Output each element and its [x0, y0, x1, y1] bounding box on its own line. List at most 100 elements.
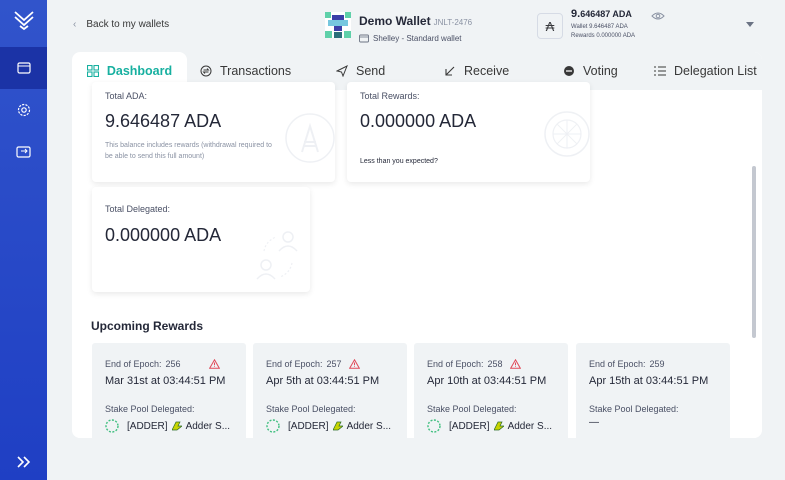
list-icon: [654, 66, 666, 76]
rewards-balance-line: Rewards 0.000000 ADA: [571, 33, 636, 39]
yoroi-logo-icon[interactable]: [12, 8, 36, 32]
adder-logo-icon: [493, 421, 504, 431]
tab-receive-label: Receive: [464, 64, 510, 78]
receive-icon: [445, 66, 455, 76]
warning-icon[interactable]: [509, 359, 521, 369]
tab-voting-label: Voting: [583, 64, 618, 78]
dashboard-icon: [86, 65, 99, 77]
epoch-number: 258: [487, 359, 503, 369]
total-delegated-card: Total Delegated: 0.000000 ADA: [92, 187, 310, 292]
less-than-expected-link[interactable]: Less than you expected?: [360, 158, 438, 165]
total-rewards-label: Total Rewards:: [360, 91, 420, 101]
reward-date: Mar 31st at 03:44:51 PM: [105, 375, 226, 387]
wallet-dropdown-caret-icon[interactable]: [746, 22, 754, 27]
warning-icon[interactable]: [208, 359, 220, 369]
epoch-label: End of Epoch:: [105, 359, 162, 369]
pool-name: Adder S...: [346, 420, 392, 432]
adder-logo-icon: [171, 421, 182, 431]
pool-ticker: [ADDER]: [449, 420, 490, 432]
tab-send-label: Send: [356, 64, 386, 78]
chevron-left-icon: ‹: [73, 19, 77, 30]
balance-summary: ₳ 9.646487 ADA Wallet 9.646487 ADA Rewar…: [537, 8, 635, 41]
epoch-row: End of Epoch: 259: [589, 359, 665, 369]
dashboard-content: Total ADA: 9.646487 ADA This balance inc…: [72, 82, 762, 438]
upcoming-reward-card: End of Epoch: 256 Mar 31st at 03:44:51 P…: [92, 343, 246, 438]
total-ada-value: 9.646487 ADA: [105, 111, 222, 131]
epoch-row: End of Epoch: 256: [105, 359, 220, 369]
adder-logo-icon: [332, 421, 343, 431]
stake-pool-link[interactable]: [ADDER] Adder S...: [105, 419, 230, 433]
upcoming-rewards-title: Upcoming Rewards: [91, 319, 204, 333]
wallet-type: Shelley - Standard wallet: [373, 34, 462, 43]
sidebar-item-wallets[interactable]: [0, 47, 47, 89]
stake-pool-label: Stake Pool Delegated:: [427, 404, 517, 414]
epoch-number: 257: [326, 359, 342, 369]
delegation-watermark-icon: [256, 231, 298, 280]
pool-avatar-icon: [105, 419, 119, 433]
pool-avatar-icon: [266, 419, 280, 433]
pool-name: Adder S...: [185, 420, 231, 432]
epoch-label: End of Epoch:: [589, 359, 646, 369]
epoch-number: 259: [649, 359, 665, 369]
stake-pool-link[interactable]: [ADDER] Adder S...: [427, 419, 552, 433]
epoch-label: End of Epoch:: [266, 359, 323, 369]
sidebar-item-settings[interactable]: [0, 89, 47, 131]
total-ada-card: Total ADA: 9.646487 ADA This balance inc…: [92, 82, 335, 182]
transfer-icon: [16, 146, 31, 158]
epoch-row: End of Epoch: 257: [266, 359, 360, 369]
back-to-wallets-link[interactable]: ‹ Back to my wallets: [73, 19, 169, 30]
reward-date: Apr 15th at 03:44:51 PM: [589, 375, 709, 387]
rewards-watermark-icon: [544, 111, 590, 157]
transactions-icon: [200, 65, 212, 77]
epoch-number: 256: [165, 359, 181, 369]
scrollbar[interactable]: [752, 166, 756, 338]
reward-date: Apr 10th at 03:44:51 PM: [427, 375, 547, 387]
total-rewards-value: 0.000000 ADA: [360, 111, 477, 131]
double-chevron-right-icon[interactable]: [14, 452, 34, 472]
pool-ticker: [ADDER]: [288, 420, 329, 432]
main-panel: Dashboard Transactions Send Receive Voti…: [72, 52, 762, 438]
stake-pool-label: Stake Pool Delegated:: [266, 404, 356, 414]
epoch-label: End of Epoch:: [427, 359, 484, 369]
tab-delegation-list-label: Delegation List: [674, 64, 757, 78]
epoch-row: End of Epoch: 258: [427, 359, 521, 369]
warning-icon[interactable]: [348, 359, 360, 369]
wallet-type-icon: [359, 34, 369, 43]
eye-icon[interactable]: [651, 11, 665, 21]
wallet-checksum: JNLT-2476: [433, 18, 473, 27]
tab-transactions-label: Transactions: [220, 64, 292, 78]
total-delegated-label: Total Delegated:: [105, 204, 171, 214]
settings-icon: [17, 103, 30, 117]
tab-dashboard-label: Dashboard: [106, 64, 173, 78]
reward-date: Apr 5th at 03:44:51 PM: [266, 375, 380, 387]
total-rewards-card: Total Rewards: 0.000000 ADA Less than yo…: [347, 82, 590, 182]
total-ada-label: Total ADA:: [105, 91, 148, 101]
pool-ticker: [ADDER]: [127, 420, 168, 432]
balance-integer: 9.: [571, 8, 581, 20]
sidebar-item-transfer[interactable]: [0, 131, 47, 173]
back-label: Back to my wallets: [86, 19, 170, 30]
header: ‹ Back to my wallets Demo Wallet JNLT-247…: [47, 0, 785, 52]
ada-watermark-icon: [285, 113, 335, 163]
sidebar: [0, 0, 47, 480]
pool-name: Adder S...: [507, 420, 553, 432]
total-ada-note: This balance includes rewards (withdrawa…: [105, 142, 272, 160]
wallet-icon: [16, 62, 31, 74]
stake-pool-label: Stake Pool Delegated:: [105, 404, 195, 414]
stake-pool-empty: —: [589, 417, 599, 428]
upcoming-reward-card: End of Epoch: 258 Apr 10th at 03:44:51 P…: [414, 343, 568, 438]
wallet-identity: Demo Wallet JNLT-2476 Shelley - Standard …: [325, 12, 472, 43]
upcoming-reward-card: End of Epoch: 257 Apr 5th at 03:44:51 PM…: [253, 343, 407, 438]
balance-decimal: 646487 ADA: [580, 9, 632, 19]
wallet-balance-line: Wallet 9.646487 ADA: [571, 24, 628, 30]
stake-pool-label: Stake Pool Delegated:: [589, 404, 679, 414]
upcoming-reward-card: End of Epoch: 259 Apr 15th at 03:44:51 P…: [576, 343, 730, 438]
balance-total: 9.646487 ADA: [571, 8, 635, 20]
tab-delegation-list[interactable]: Delegation List: [654, 52, 757, 90]
wallet-name: Demo Wallet: [359, 14, 431, 28]
total-delegated-value: 0.000000 ADA: [105, 225, 222, 245]
stake-pool-link[interactable]: [ADDER] Adder S...: [266, 419, 391, 433]
pool-avatar-icon: [427, 419, 441, 433]
ada-icon: ₳: [537, 13, 563, 39]
voting-icon: [564, 66, 574, 76]
